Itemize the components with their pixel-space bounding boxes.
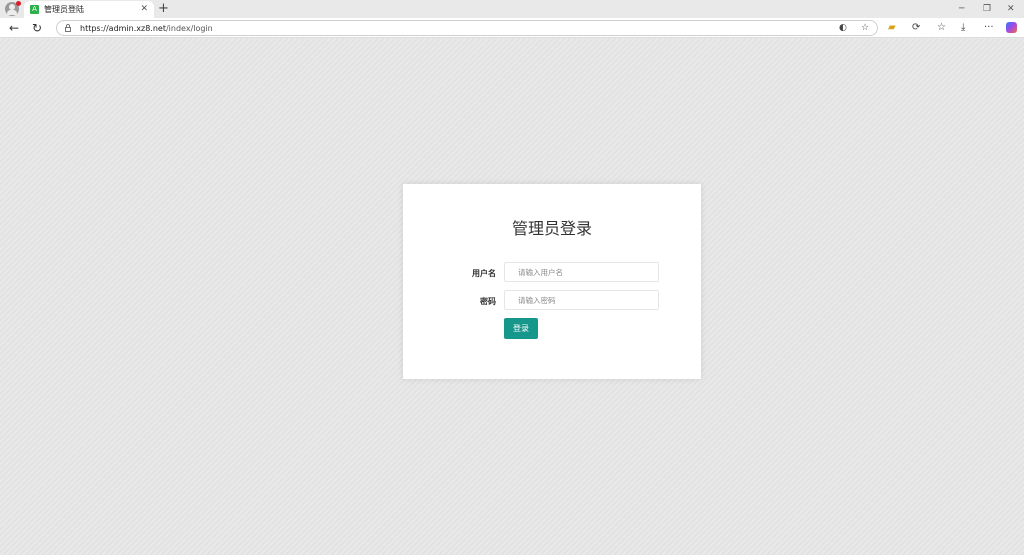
login-button[interactable]: 登录 bbox=[504, 318, 538, 339]
close-window-icon[interactable]: ✕ bbox=[1007, 3, 1015, 15]
password-label: 密码 bbox=[480, 297, 496, 306]
login-heading: 管理员登录 bbox=[511, 219, 592, 238]
read-aloud-icon[interactable]: ◐ bbox=[839, 23, 847, 34]
username-input[interactable] bbox=[504, 262, 659, 282]
browser-toolbar: ← ↻ https://admin.xz8.net/index/login ◐ … bbox=[0, 18, 1024, 38]
more-icon[interactable]: ··· bbox=[984, 21, 994, 34]
url-host: https://admin.xz8.net bbox=[80, 24, 166, 33]
extensions-icon[interactable]: ⟳ bbox=[912, 21, 920, 34]
username-label: 用户名 bbox=[472, 269, 496, 278]
close-tab-icon[interactable]: ✕ bbox=[140, 3, 148, 15]
minimize-icon[interactable]: ─ bbox=[959, 3, 964, 15]
restore-icon[interactable]: ❐ bbox=[983, 3, 991, 15]
browser-tab[interactable]: A 管理员登陆 ✕ bbox=[24, 1, 154, 18]
download-icon[interactable]: ⤓ bbox=[961, 21, 965, 34]
notification-dot bbox=[16, 1, 21, 6]
login-card: 管理员登录 用户名 密码 登录 bbox=[403, 184, 701, 379]
url-text: https://admin.xz8.net/index/login bbox=[80, 23, 213, 34]
back-arrow-icon[interactable]: ← bbox=[9, 21, 19, 35]
tab-strip: A 管理员登陆 ✕ + ─ ❐ ✕ bbox=[0, 0, 1024, 18]
tab-title: 管理员登陆 bbox=[44, 5, 84, 14]
refresh-icon[interactable]: ↻ bbox=[32, 21, 42, 35]
address-bar[interactable]: https://admin.xz8.net/index/login ◐ ☆ bbox=[56, 20, 878, 36]
profile-avatar-icon[interactable] bbox=[5, 1, 21, 16]
lock-icon bbox=[65, 24, 71, 32]
new-tab-button[interactable]: + bbox=[158, 1, 169, 16]
password-input[interactable] bbox=[504, 290, 659, 310]
tab-favicon: A bbox=[30, 5, 39, 14]
page-background: 管理员登录 用户名 密码 登录 bbox=[0, 39, 1024, 555]
folder-icon[interactable]: ▰ bbox=[888, 21, 896, 34]
copilot-icon[interactable] bbox=[1006, 22, 1017, 33]
url-path: /index/login bbox=[165, 24, 213, 33]
favorites-icon[interactable]: ☆ bbox=[937, 21, 946, 34]
star-icon[interactable]: ☆ bbox=[861, 23, 869, 34]
